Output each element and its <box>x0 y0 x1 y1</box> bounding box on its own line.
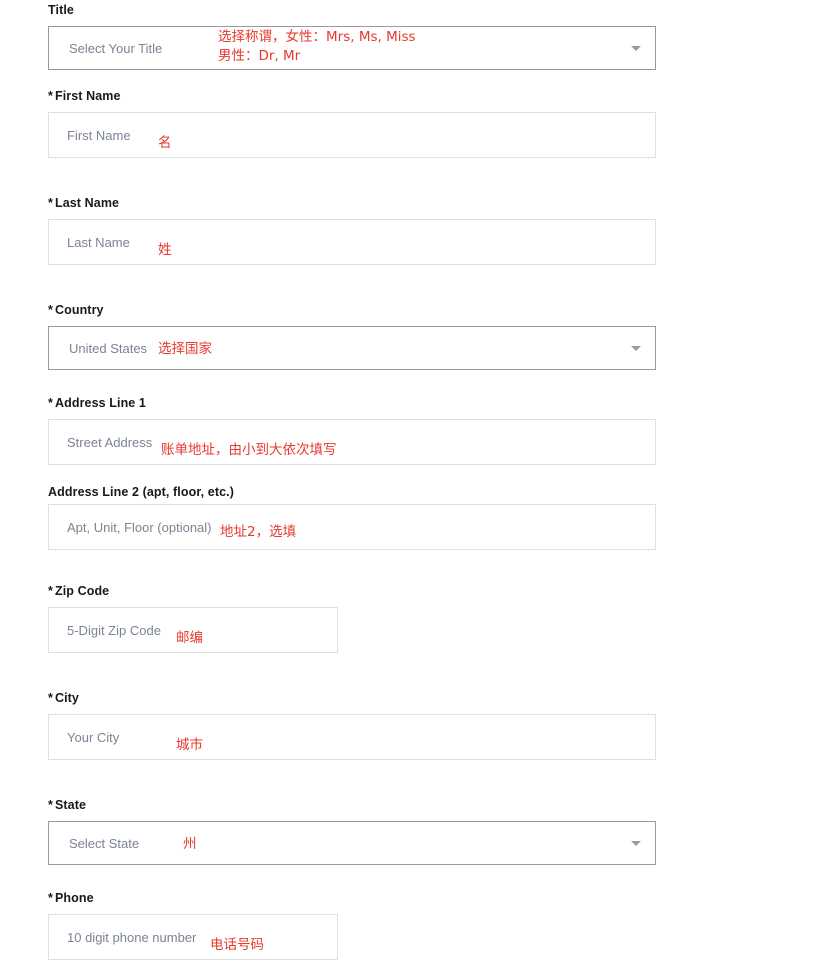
state-select[interactable]: Select State <box>48 821 656 865</box>
required-asterisk: * <box>48 798 53 812</box>
phone-placeholder: 10 digit phone number <box>67 929 197 945</box>
label-state-text: State <box>54 798 87 812</box>
last-name-placeholder: Last Name <box>67 234 130 250</box>
required-asterisk: * <box>48 396 53 410</box>
required-asterisk: * <box>48 196 53 210</box>
required-asterisk: * <box>48 89 53 103</box>
required-asterisk: * <box>48 691 53 705</box>
city-input[interactable]: Your City <box>48 714 656 760</box>
first-name-input[interactable]: First Name <box>48 112 656 158</box>
zip-code-input[interactable]: 5-Digit Zip Code <box>48 607 338 653</box>
field-state: * State Select State 州 <box>48 797 656 865</box>
label-zip-code: * Zip Code <box>48 583 338 599</box>
zip-code-placeholder: 5-Digit Zip Code <box>67 622 161 638</box>
field-city: * City Your City 城市 <box>48 690 656 760</box>
label-title: Title <box>48 2 656 18</box>
label-phone: * Phone <box>48 890 338 906</box>
label-first-name-text: First Name <box>54 89 121 103</box>
field-zip-code: * Zip Code 5-Digit Zip Code 邮编 <box>48 583 338 653</box>
label-city: * City <box>48 690 656 706</box>
address-line-2-input[interactable]: Apt, Unit, Floor (optional) <box>48 504 656 550</box>
phone-input[interactable]: 10 digit phone number <box>48 914 338 960</box>
country-select[interactable]: United States <box>48 326 656 370</box>
label-address-line-1-text: Address Line 1 <box>54 396 146 410</box>
label-title-text: Title <box>48 3 74 17</box>
field-last-name: * Last Name Last Name 姓 <box>48 195 656 265</box>
field-title: Title Select Your Title 选择称谓，女性：Mrs, Ms,… <box>48 2 656 70</box>
required-asterisk: * <box>48 584 53 598</box>
address-line-1-placeholder: Street Address <box>67 434 153 450</box>
label-city-text: City <box>54 691 79 705</box>
label-address-line-2-text: Address Line 2 (apt, floor, etc.) <box>48 485 234 499</box>
first-name-placeholder: First Name <box>67 127 131 143</box>
city-placeholder: Your City <box>67 729 120 745</box>
label-state: * State <box>48 797 656 813</box>
field-address-line-2: Address Line 2 (apt, floor, etc.) Apt, U… <box>48 484 656 550</box>
field-country: * Country United States 选择国家 <box>48 302 656 370</box>
chevron-down-icon <box>631 346 641 351</box>
field-address-line-1: * Address Line 1 Street Address 账单地址，由小到大… <box>48 395 656 465</box>
label-country-text: Country <box>54 303 104 317</box>
title-select[interactable]: Select Your Title <box>48 26 656 70</box>
label-address-line-1: * Address Line 1 <box>48 395 656 411</box>
label-last-name: * Last Name <box>48 195 656 211</box>
label-country: * Country <box>48 302 656 318</box>
state-select-placeholder: Select State <box>69 835 140 851</box>
chevron-down-icon <box>631 841 641 846</box>
address-line-2-placeholder: Apt, Unit, Floor (optional) <box>67 519 212 535</box>
required-asterisk: * <box>48 891 53 905</box>
label-zip-code-text: Zip Code <box>54 584 110 598</box>
required-asterisk: * <box>48 303 53 317</box>
field-phone: * Phone 10 digit phone number 电话号码 <box>48 890 338 960</box>
field-first-name: * First Name First Name 名 <box>48 88 656 158</box>
address-line-1-input[interactable]: Street Address <box>48 419 656 465</box>
title-select-placeholder: Select Your Title <box>69 40 163 56</box>
label-first-name: * First Name <box>48 88 656 104</box>
label-phone-text: Phone <box>54 891 94 905</box>
label-last-name-text: Last Name <box>54 196 120 210</box>
country-select-value: United States <box>69 340 148 356</box>
last-name-input[interactable]: Last Name <box>48 219 656 265</box>
billing-address-form: Title Select Your Title 选择称谓，女性：Mrs, Ms,… <box>0 0 831 965</box>
label-address-line-2: Address Line 2 (apt, floor, etc.) <box>48 484 656 500</box>
chevron-down-icon <box>631 46 641 51</box>
